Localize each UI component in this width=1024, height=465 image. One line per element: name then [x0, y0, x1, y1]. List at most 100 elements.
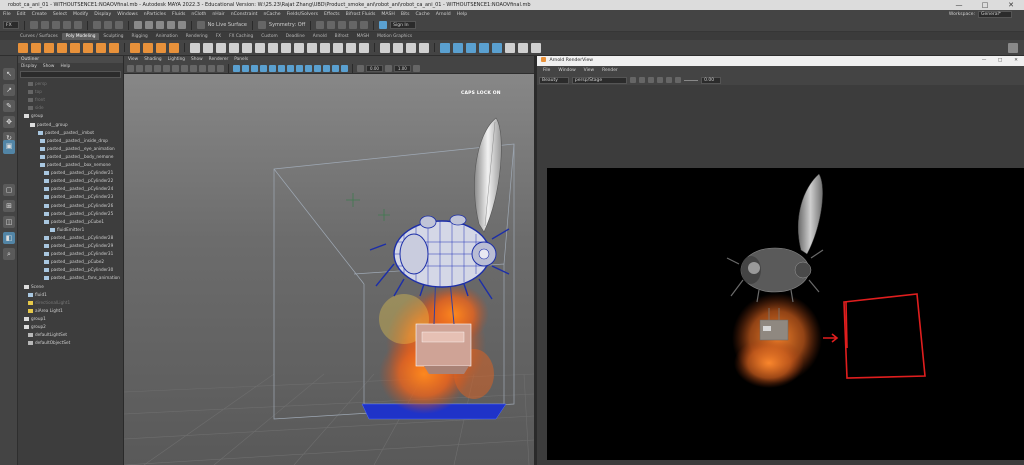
lasso-tool-icon[interactable]: ↗ — [3, 84, 15, 96]
outliner-item[interactable]: front — [18, 96, 124, 104]
platonic-solid-icon[interactable] — [109, 42, 119, 53]
multi-cut-icon[interactable] — [380, 42, 390, 53]
render-image[interactable] — [547, 168, 1024, 460]
render-frame-icon[interactable] — [327, 21, 336, 29]
select-tool-icon[interactable]: ↖ — [3, 68, 15, 80]
camera-dropdown[interactable]: persp/Stage — [571, 76, 628, 84]
scale-tool-icon[interactable]: ▣ — [3, 140, 15, 154]
outliner-item[interactable]: persp — [18, 80, 124, 88]
shelf-tab-fx-caching[interactable]: FX Caching — [225, 33, 257, 40]
shelf-tab-arnold[interactable]: Arnold — [309, 33, 331, 40]
render-icon[interactable] — [630, 77, 637, 83]
ipr-icon[interactable] — [639, 77, 646, 83]
combine-icon[interactable] — [190, 42, 200, 53]
outliner-item[interactable]: Scene — [18, 283, 124, 291]
gamma-icon[interactable] — [384, 64, 392, 72]
select-hierarchy-icon[interactable] — [92, 21, 101, 29]
outliner-item[interactable]: side — [18, 104, 124, 112]
outliner-item[interactable]: top — [18, 88, 124, 96]
select-object-icon[interactable] — [103, 21, 112, 29]
safe-title-icon[interactable] — [217, 64, 224, 72]
type-tool-icon[interactable] — [156, 42, 166, 53]
shelf-tab-deadline[interactable]: Deadline — [282, 33, 309, 40]
poly-cylinder-icon[interactable] — [44, 42, 54, 53]
gate-mask-icon[interactable] — [190, 64, 197, 72]
delete-history-icon[interactable] — [531, 42, 541, 53]
outliner-menu-display[interactable]: Display — [21, 63, 37, 70]
snap-grid-icon[interactable] — [133, 21, 142, 29]
shelf-tab-mash[interactable]: MASH — [353, 33, 374, 40]
color-management-icon[interactable] — [412, 64, 420, 72]
outliner-item[interactable]: group2 — [18, 323, 124, 331]
use-all-lights-icon[interactable] — [269, 64, 276, 72]
magnet-icon[interactable] — [196, 21, 205, 29]
separate-icon[interactable] — [203, 42, 213, 53]
outliner-item[interactable]: group — [18, 112, 124, 120]
menu-cache[interactable]: Cache — [415, 12, 429, 17]
new-scene-icon[interactable] — [29, 21, 38, 29]
outliner-item[interactable]: pasted__pasted__pCube2 — [18, 258, 124, 266]
history-icon[interactable] — [316, 21, 325, 29]
shelf-tab-sculpting[interactable]: Sculpting — [99, 33, 127, 40]
cylindrical-map-icon[interactable] — [466, 42, 476, 53]
ambient-occlusion-icon[interactable] — [287, 64, 294, 72]
outliner-item[interactable]: defaultLightSet — [18, 331, 124, 339]
menu-help[interactable]: Help — [457, 12, 467, 17]
outliner-item[interactable]: defaultObjectSet — [18, 339, 124, 347]
outliner-item[interactable]: pasted__pasted__inside_drop — [18, 137, 124, 145]
outliner-item[interactable]: pasted__pasted__pCylinder30 — [18, 266, 124, 274]
automatic-map-icon[interactable] — [492, 42, 502, 53]
single-perspective-layout-icon[interactable]: ▢ — [3, 184, 15, 196]
shelf-tab-motion-graphics[interactable]: Motion Graphics — [373, 33, 416, 40]
outliner-item[interactable]: pasted__pasted__pCylinder29 — [18, 242, 124, 250]
image-plane-icon[interactable] — [154, 64, 161, 72]
field-chart-icon[interactable] — [199, 64, 206, 72]
bevel-icon[interactable] — [281, 42, 291, 53]
four-view-layout-icon[interactable]: ⊞ — [3, 200, 15, 212]
outliner-item[interactable]: group1 — [18, 315, 124, 323]
undo-icon[interactable] — [62, 21, 71, 29]
poly-cone-icon[interactable] — [57, 42, 67, 53]
renderview-menu-window[interactable]: Window — [558, 66, 575, 75]
minimize-button[interactable]: — — [946, 0, 972, 10]
viewport-menu-shading[interactable]: Shading — [144, 56, 161, 63]
select-component-icon[interactable] — [114, 21, 123, 29]
shelf-tab-fx[interactable]: FX — [212, 33, 225, 40]
refresh-icon[interactable] — [648, 77, 655, 83]
bookmarks-icon[interactable] — [145, 64, 152, 72]
open-scene-icon[interactable] — [40, 21, 49, 29]
poly-torus-icon[interactable] — [70, 42, 80, 53]
menu-create[interactable]: Create — [32, 12, 47, 17]
extrude-icon[interactable] — [268, 42, 278, 53]
uv-editor-icon[interactable] — [440, 42, 450, 53]
shelf-tab-custom[interactable]: Custom — [257, 33, 281, 40]
outliner-menu-help[interactable]: Help — [60, 63, 70, 70]
menu-file[interactable]: File — [3, 12, 11, 17]
edge-loop-icon[interactable] — [393, 42, 403, 53]
offset-loop-icon[interactable] — [406, 42, 416, 53]
shelf-tab-poly-modeling[interactable]: Poly Modeling — [61, 33, 100, 40]
outliner-item[interactable]: pasted__pasted__fans_animation — [18, 274, 124, 282]
renderview-menu-render[interactable]: Render — [602, 66, 618, 75]
outliner-item[interactable]: pasted__pasted__imbot — [18, 129, 124, 137]
shelf-tab-bifrost[interactable]: Bifrost — [331, 33, 353, 40]
viewport-menu-lighting[interactable]: Lighting — [168, 56, 185, 63]
menu-effects[interactable]: Effects — [324, 12, 340, 17]
menu-select[interactable]: Select — [53, 12, 67, 17]
render-settings-icon[interactable] — [349, 21, 358, 29]
outliner-item[interactable]: pasted__pasted__pCylinder31 — [18, 250, 124, 258]
live-surface-label[interactable]: No Live Surface — [208, 22, 247, 28]
viewport-menu-show[interactable]: Show — [191, 56, 203, 63]
maximize-button[interactable]: □ — [972, 0, 998, 10]
super-shape-icon[interactable] — [130, 42, 140, 53]
search-icon[interactable]: ⌕ — [3, 248, 15, 260]
persp-outliner-layout-icon[interactable]: ◧ — [3, 232, 15, 244]
outliner-item[interactable]: directionalLight1 — [18, 299, 124, 307]
menu-bits[interactable]: Bits — [401, 12, 410, 17]
menu-fluids[interactable]: Fluids — [172, 12, 185, 17]
resolution-gate-icon[interactable] — [181, 64, 188, 72]
menu-display[interactable]: Display — [94, 12, 111, 17]
close-button[interactable]: ✕ — [998, 0, 1024, 10]
exposure-rv-icon[interactable] — [675, 77, 682, 83]
hypershade-icon[interactable] — [360, 21, 369, 29]
